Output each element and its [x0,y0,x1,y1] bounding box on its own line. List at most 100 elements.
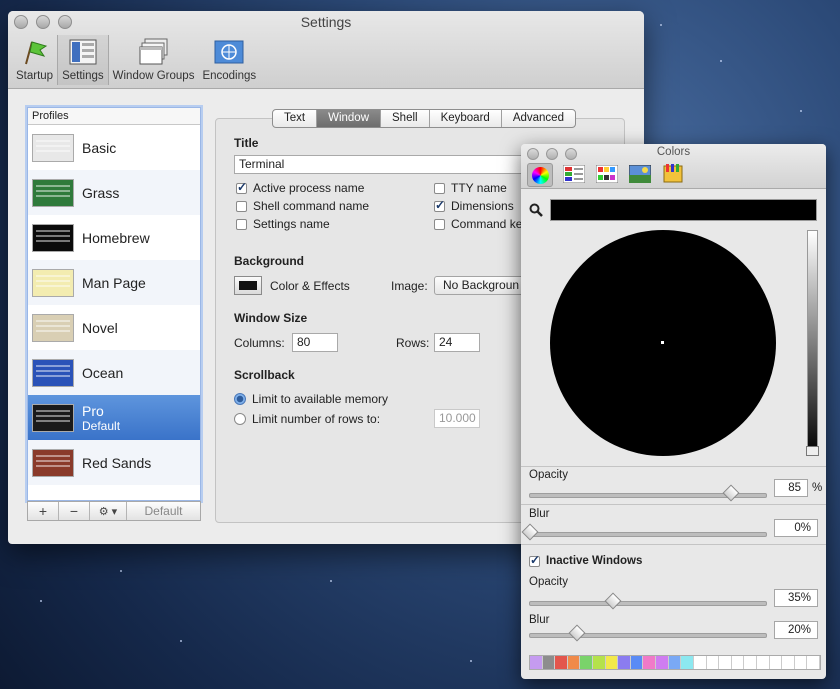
inactive-opacity-slider[interactable] [529,601,767,606]
profile-item[interactable]: Grass [28,170,200,215]
blur-field[interactable]: 0% [774,519,818,537]
toolbar-settings-label: Settings [62,70,104,82]
toolbar-window-groups[interactable]: Window Groups [109,35,199,85]
limit-available-memory-radio[interactable]: Limit to available memory [234,392,388,406]
command-key-checkbox[interactable]: Command ke [434,217,522,231]
profile-thumbnail [32,178,74,207]
image-palettes-mode-button[interactable] [628,163,652,185]
default-button[interactable]: Default [127,502,200,520]
profile-item[interactable]: Red Sands [28,440,200,485]
radio-button[interactable] [234,413,246,425]
profile-item[interactable]: Man Page [28,260,200,305]
tty-name-checkbox[interactable]: TTY name [434,181,507,195]
color-palettes-mode-button[interactable] [595,163,619,185]
color-swatch[interactable] [731,656,745,669]
title-field[interactable]: Terminal [234,155,534,174]
color-swatch[interactable] [756,656,770,669]
color-swatch[interactable] [782,656,795,669]
title-heading: Title [234,136,259,150]
tab-text[interactable]: Text [273,110,318,127]
profile-item[interactable]: Pro Default [28,395,200,440]
color-swatch[interactable] [744,656,757,669]
opacity-slider-knob[interactable] [722,484,740,502]
color-swatch[interactable] [807,656,821,669]
radio-button[interactable] [234,393,246,405]
inactive-blur-slider-knob[interactable] [568,624,586,642]
scrollback-rows-field[interactable]: 10.000 [434,409,480,428]
magnifier-icon[interactable] [529,203,543,220]
checkbox-box[interactable] [529,553,540,567]
profile-item[interactable]: Ocean [28,350,200,395]
inactive-windows-checkbox[interactable]: Inactive Windows [529,553,642,567]
color-swatch[interactable] [630,656,644,669]
checkbox-box[interactable] [434,182,445,194]
inactive-blur-slider[interactable] [529,633,767,638]
color-swatch[interactable] [643,656,657,669]
checkbox-box[interactable] [236,218,247,230]
background-image-popup[interactable]: No Backgroun [434,276,534,295]
toolbar-encodings-label: Encodings [202,70,257,82]
tab-shell[interactable]: Shell [381,110,430,127]
rows-field[interactable]: 24 [434,333,480,352]
color-swatch[interactable] [706,656,720,669]
dimensions-checkbox[interactable]: Dimensions [434,198,514,213]
brightness-slider[interactable] [807,230,818,456]
checkbox-box[interactable] [434,198,445,212]
brightness-slider-knob[interactable] [806,446,819,456]
limit-rows-radio[interactable]: Limit number of rows to: [234,412,380,426]
blur-slider[interactable] [529,532,767,537]
background-color-well[interactable] [234,276,262,295]
color-swatch[interactable] [580,656,594,669]
color-wheel-mode-button[interactable] [527,163,553,187]
color-sliders-mode-button[interactable] [562,163,586,185]
color-swatch[interactable] [681,656,694,669]
color-swatch[interactable] [605,656,619,669]
tab-keyboard[interactable]: Keyboard [430,110,502,127]
inactive-opacity-field[interactable]: 35% [774,589,818,607]
color-swatch[interactable] [593,656,606,669]
color-swatch[interactable] [530,656,543,669]
profile-actions-bar: + − ⚙ ▾ Default [27,501,201,521]
profile-item[interactable]: Homebrew [28,215,200,260]
settings-titlebar[interactable]: Settings Startup Settings Window Groups [8,11,644,89]
blur-slider-knob[interactable] [521,523,539,541]
inactive-opacity-slider-knob[interactable] [604,592,622,610]
shell-command-name-checkbox[interactable]: Shell command name [236,199,369,213]
color-swatch[interactable] [618,656,631,669]
add-profile-button[interactable]: + [28,502,59,520]
tab-window[interactable]: Window [317,110,381,127]
active-process-name-checkbox[interactable]: Active process name [236,180,364,195]
colors-titlebar[interactable]: Colors [521,144,826,189]
checkbox-box[interactable] [236,200,247,212]
settings-name-checkbox[interactable]: Settings name [236,217,330,231]
toolbar-startup[interactable]: Startup [12,35,57,85]
profile-thumbnail [32,268,74,297]
color-swatch[interactable] [555,656,568,669]
color-swatch[interactable] [794,656,808,669]
remove-profile-button[interactable]: − [59,502,90,520]
color-swatch[interactable] [542,656,556,669]
tab-advanced[interactable]: Advanced [502,110,575,127]
columns-field[interactable]: 80 [292,333,338,352]
checkbox-box[interactable] [434,218,445,230]
gear-menu-button[interactable]: ⚙ ▾ [90,502,127,520]
checkbox-box[interactable] [236,180,247,194]
profile-item[interactable]: Novel [28,305,200,350]
toolbar-encodings[interactable]: Encodings [198,35,260,85]
profiles-list[interactable]: Profiles Basic Grass Homebrew Man Page Novel… [27,107,201,501]
profile-name: Homebrew [82,229,150,246]
color-wheel[interactable] [550,230,776,456]
color-swatch[interactable] [719,656,732,669]
opacity-field[interactable]: 85 [774,479,808,497]
inactive-blur-label: Blur [529,614,550,626]
toolbar-settings[interactable]: Settings [57,35,109,85]
inactive-blur-field[interactable]: 20% [774,621,818,639]
color-swatch[interactable] [656,656,669,669]
color-swatch[interactable] [567,656,581,669]
crayons-mode-button[interactable] [661,163,685,185]
color-swatch[interactable] [769,656,783,669]
color-swatch[interactable] [693,656,707,669]
profile-item[interactable]: Basic [28,125,200,170]
current-color-preview[interactable] [550,199,817,221]
color-swatch[interactable] [668,656,682,669]
